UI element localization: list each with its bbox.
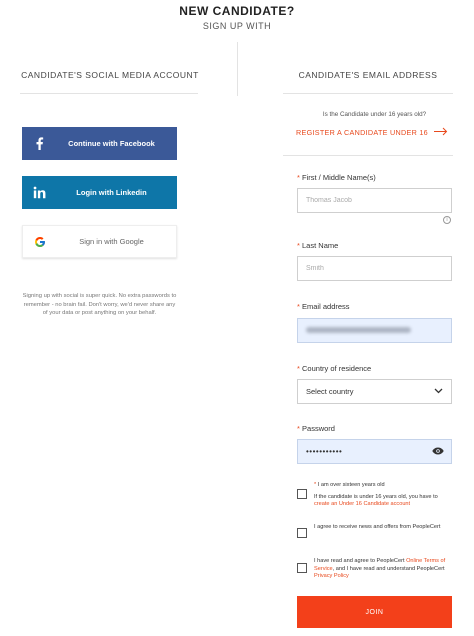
facebook-label: Continue with Facebook <box>68 139 155 148</box>
google-label: Sign in with Google <box>79 237 144 246</box>
news-checkbox-text: I agree to receive news and offers from … <box>314 524 441 530</box>
chevron-down-icon <box>434 387 443 396</box>
create-under16-link[interactable]: create an Under 16 Candidate account <box>314 501 410 507</box>
first-name-input[interactable] <box>297 188 452 213</box>
last-name-input[interactable] <box>297 256 452 281</box>
arrow-right-icon <box>433 127 448 138</box>
info-icon[interactable]: i <box>443 216 451 224</box>
privacy-link[interactable]: Privacy Policy <box>314 573 349 579</box>
linkedin-label: Login with Linkedin <box>76 188 147 197</box>
first-name-label: * First / Middle Name(s) <box>297 173 376 182</box>
social-heading: CANDIDATE'S SOCIAL MEDIA ACCOUNT <box>21 70 199 80</box>
page-title: NEW CANDIDATE? <box>179 4 295 18</box>
social-note: Signing up with social is super quick. N… <box>22 293 177 316</box>
google-button[interactable]: Sign in with Google <box>22 225 177 258</box>
news-checkbox[interactable] <box>297 528 307 538</box>
password-input[interactable]: ••••••••••• <box>297 439 452 464</box>
facebook-button[interactable]: Continue with Facebook <box>22 127 177 160</box>
country-select[interactable]: Select country <box>297 379 452 404</box>
country-label: * Country of residence <box>297 364 372 373</box>
last-name-label: * Last Name <box>297 241 339 250</box>
age-checkbox-text: * I am over sixteen years old If the can… <box>314 482 438 507</box>
linkedin-icon <box>22 186 56 199</box>
page-header: NEW CANDIDATE? SIGN UP WITH <box>0 4 474 31</box>
under16-question: Is the Candidate under 16 years old? <box>322 111 427 118</box>
terms-checkbox-text: I have read and agree to PeopleCert Onli… <box>314 558 446 579</box>
linkedin-button[interactable]: Login with Linkedin <box>22 176 177 209</box>
register-under16-link[interactable]: REGISTER A CANDIDATE UNDER 16 <box>296 127 448 138</box>
password-label: * Password <box>297 424 335 433</box>
email-value-redacted <box>306 327 411 333</box>
facebook-icon <box>22 137 56 150</box>
age-checkbox[interactable] <box>297 489 307 499</box>
email-heading: CANDIDATE'S EMAIL ADDRESS <box>298 70 438 80</box>
social-heading-rule <box>20 93 198 94</box>
page-subtitle: SIGN UP WITH <box>202 21 272 31</box>
column-divider <box>237 42 238 96</box>
terms-checkbox[interactable] <box>297 563 307 573</box>
eye-icon[interactable] <box>432 446 444 456</box>
join-button[interactable]: JOIN <box>297 596 452 628</box>
email-label: * Email address <box>297 302 350 311</box>
country-select-value: Select country <box>306 387 354 396</box>
email-heading-rule <box>283 93 453 94</box>
register-under16-label: REGISTER A CANDIDATE UNDER 16 <box>296 128 428 137</box>
google-icon <box>23 236 57 248</box>
under16-rule <box>283 155 453 156</box>
